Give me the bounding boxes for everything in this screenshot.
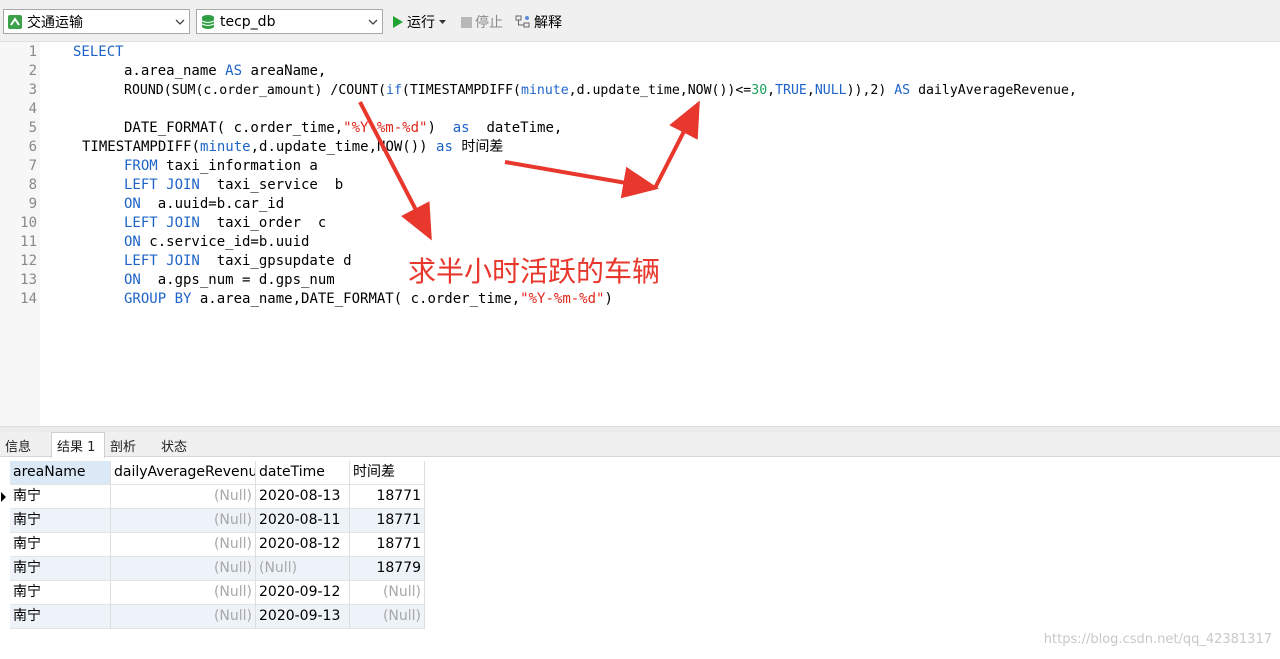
table-cell[interactable]: 18771 (350, 485, 425, 509)
sql-editor[interactable]: 1 2 3 4 5 6 7 8 9 10 11 12 13 14 SELECT … (0, 42, 1280, 426)
watermark: https://blog.csdn.net/qq_42381317 (1043, 632, 1272, 647)
column-header[interactable]: areaName (10, 461, 111, 485)
stop-icon (461, 16, 472, 28)
arrow (653, 100, 700, 189)
connection-select[interactable]: 交通运输 (3, 9, 190, 34)
tab-info[interactable]: 信息 (0, 433, 48, 457)
stop-label: 停止 (475, 15, 503, 31)
explain-button[interactable]: 解释 (515, 11, 562, 33)
run-label: 运行 (407, 15, 435, 31)
annotation-text: 求半小时活跃的车辆 (408, 255, 661, 288)
table-cell[interactable]: 18779 (350, 557, 425, 581)
annotation-arrows (358, 100, 700, 241)
table-cell[interactable]: (Null) (111, 557, 256, 581)
play-icon (393, 16, 403, 28)
table-cell[interactable]: 2020-08-13 (256, 485, 350, 509)
current-row-icon (1, 492, 6, 502)
arrow (504, 160, 659, 199)
table-cell[interactable]: 南宁 (10, 485, 111, 509)
table-cell[interactable]: (Null) (350, 581, 425, 605)
explain-label: 解释 (534, 15, 562, 31)
table-cell[interactable]: (Null) (111, 509, 256, 533)
table-cell[interactable]: (Null) (111, 581, 256, 605)
column-header[interactable]: dailyAverageRevenue (111, 461, 256, 485)
table-cell[interactable]: 南宁 (10, 533, 111, 557)
table-cell[interactable]: 2020-09-13 (256, 605, 350, 629)
database-select[interactable]: tecp_db (196, 9, 383, 34)
table-cell[interactable]: 2020-09-12 (256, 581, 350, 605)
table-cell[interactable]: (Null) (350, 605, 425, 629)
explain-icon (515, 15, 530, 28)
table-cell[interactable]: 南宁 (10, 557, 111, 581)
toolbar: 交通运输 tecp_db 运行 停止 解释 (0, 0, 1280, 42)
stop-button[interactable]: 停止 (461, 11, 503, 33)
column-header[interactable]: dateTime (256, 461, 350, 485)
tab-profile[interactable]: 剖析 (105, 433, 155, 457)
chevron-down-icon[interactable] (171, 10, 189, 33)
chevron-down-icon[interactable] (364, 10, 382, 33)
table-cell[interactable]: (Null) (111, 605, 256, 629)
table-cell[interactable]: (Null) (256, 557, 350, 581)
database-icon (200, 14, 216, 30)
tab-result-1[interactable]: 结果 1 (51, 432, 105, 458)
row-selector[interactable] (0, 485, 10, 509)
table-cell[interactable]: 18771 (350, 533, 425, 557)
column-header[interactable]: 时间差 (350, 461, 425, 485)
table-cell[interactable]: (Null) (111, 533, 256, 557)
tab-status[interactable]: 状态 (156, 433, 204, 457)
table-cell[interactable]: 南宁 (10, 581, 111, 605)
table-cell[interactable]: 2020-08-11 (256, 509, 350, 533)
run-button[interactable]: 运行 (392, 11, 446, 33)
result-tabs: 信息 结果 1 剖析 状态 (0, 432, 1280, 458)
connection-value: 交通运输 (27, 14, 83, 31)
table-cell[interactable]: 南宁 (10, 605, 111, 629)
connection-icon (7, 14, 23, 30)
caret-down-icon[interactable] (439, 19, 446, 25)
table-cell[interactable]: 2020-08-12 (256, 533, 350, 557)
table-cell[interactable]: 18771 (350, 509, 425, 533)
arrow (358, 101, 432, 241)
table-cell[interactable]: (Null) (111, 485, 256, 509)
database-value: tecp_db (220, 13, 276, 30)
table-cell[interactable]: 南宁 (10, 509, 111, 533)
